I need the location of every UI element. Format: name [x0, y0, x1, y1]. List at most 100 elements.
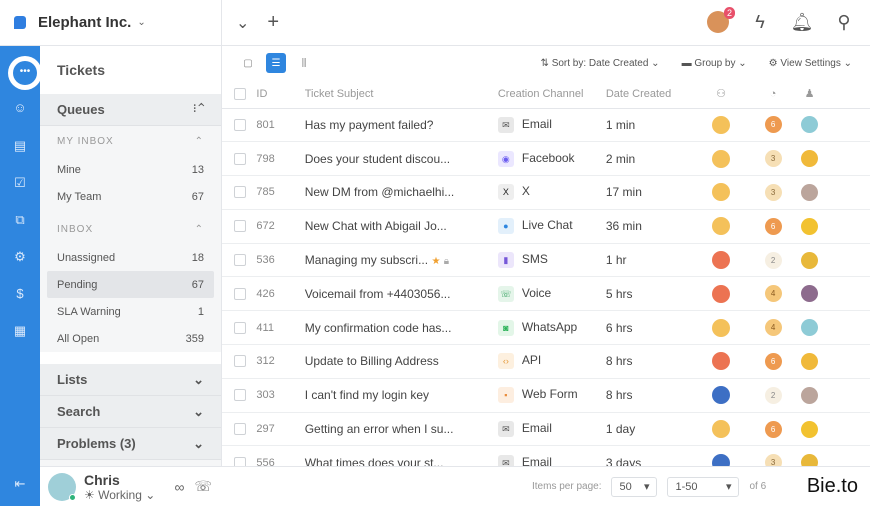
user-status[interactable]: ☀ Working ⌄	[84, 488, 155, 502]
board-view-icon[interactable]: ⫼	[294, 53, 314, 73]
chevron-down-icon[interactable]: ⌄	[236, 13, 249, 33]
rail-tickets[interactable]: •••	[8, 56, 42, 90]
ticket-subject-cell[interactable]: Update to Billing Address	[304, 344, 498, 379]
user-avatar-button[interactable]: 2	[706, 7, 735, 34]
ticket-subject-cell[interactable]: Voicemail from +4403056...	[304, 276, 498, 312]
table-row[interactable]: 798 Does your student discou... ◉ Faceboo…	[222, 141, 870, 177]
filter-collapse-icon[interactable]: ⫶ ⌃	[193, 104, 204, 115]
item-label: Mine	[57, 163, 81, 176]
assignee-avatar[interactable]	[801, 420, 818, 438]
search-label: Search	[57, 404, 101, 419]
assignee-avatar[interactable]	[801, 116, 818, 134]
assignee-avatar[interactable]	[801, 352, 818, 370]
ticket-subject-cell[interactable]: Has my payment failed?	[304, 108, 498, 143]
integration-icon[interactable]: ∞	[175, 479, 185, 495]
table-row[interactable]: 426 Voicemail from +4403056... ☏ Voice 5 …	[222, 276, 870, 312]
row-checkbox[interactable]	[234, 186, 246, 199]
range-select[interactable]: 1-50 ▾	[667, 476, 740, 497]
tasks-icon[interactable]: ☑	[12, 175, 28, 191]
row-checkbox[interactable]	[234, 389, 246, 402]
assignee-avatar[interactable]	[801, 217, 818, 235]
team-icon[interactable]: ⚇	[696, 80, 746, 109]
row-checkbox[interactable]	[234, 321, 246, 334]
assignee-avatar[interactable]	[801, 183, 818, 201]
table-row[interactable]: 303 I can't find my login key ▪ Web Form …	[222, 378, 870, 413]
lists-section[interactable]: Lists ⌄	[40, 364, 221, 396]
assignee-avatar[interactable]	[801, 251, 818, 269]
row-checkbox[interactable]	[234, 220, 246, 233]
queue-item-unassigned[interactable]: Unassigned 18	[47, 244, 214, 271]
ticket-id: 785	[256, 175, 305, 210]
ticket-subject-cell[interactable]: I can't find my login key	[304, 378, 498, 413]
col-subject[interactable]: Ticket Subject	[304, 80, 498, 109]
billing-icon[interactable]: $	[12, 286, 28, 302]
queue-item-all-open[interactable]: All Open 359	[47, 325, 214, 352]
sidebar-title: Tickets	[40, 46, 221, 94]
plus-icon[interactable]: +	[267, 11, 279, 34]
channel-label: Voice	[521, 286, 552, 301]
problems-section[interactable]: Problems (3) ⌄	[40, 428, 221, 460]
group-dropdown[interactable]: ▬ Group by ⌄	[682, 58, 747, 69]
channel-label: X	[521, 184, 530, 199]
collapse-icon[interactable]: ⇤	[12, 476, 28, 492]
chat-status-icon[interactable]: ☏	[194, 478, 212, 495]
pagination: Items per page: 50 ▾ 1-50 ▾ of 6	[222, 466, 870, 506]
card-view-icon[interactable]: ▢	[238, 53, 258, 73]
my-inbox-header[interactable]: MY INBOX ⌃	[40, 126, 221, 156]
per-page-select[interactable]: 50 ▾	[611, 476, 658, 497]
row-checkbox[interactable]	[234, 287, 246, 300]
table-row[interactable]: 801 Has my payment failed? ✉ Email 1 min …	[222, 108, 870, 143]
table-row[interactable]: 312 Update to Billing Address ‹› API 8 hr…	[222, 344, 870, 379]
assignee-avatar[interactable]	[801, 150, 818, 168]
select-all-checkbox[interactable]	[234, 87, 246, 100]
table-row[interactable]: 297 Getting an error when I su... ✉ Email…	[222, 412, 870, 447]
user-panel[interactable]: Chris ☀ Working ⌄ ∞ ☏	[40, 466, 222, 506]
ticket-subject-cell[interactable]: My confirmation code has...	[304, 310, 498, 346]
sort-dropdown[interactable]: ⇅ Sort by: Date Created ⌄	[541, 58, 660, 69]
table-row[interactable]: 536 Managing my subscri... ★ 🔒︎ ▮ SMS 1 h…	[222, 243, 870, 278]
priority-icon[interactable]: ◔	[745, 80, 801, 109]
inbox-header[interactable]: INBOX ⌃	[40, 214, 221, 244]
apps-icon[interactable]: ▦	[12, 323, 28, 339]
ticket-subject-cell[interactable]: New DM from @michaelhi...	[304, 175, 498, 210]
queue-item-my-team[interactable]: My Team 67	[47, 183, 214, 210]
search-section[interactable]: Search ⌄	[40, 396, 221, 428]
col-id[interactable]: ID	[256, 80, 305, 109]
org-switcher[interactable]: Elephant Inc. ⌄	[0, 0, 222, 45]
row-checkbox[interactable]	[234, 118, 246, 131]
row-checkbox[interactable]	[234, 254, 246, 267]
ticket-subject: New Chat with Abigail Jo...	[304, 219, 447, 234]
bell-icon[interactable]: 🔔︎	[790, 10, 814, 34]
assignee-avatar[interactable]	[801, 386, 818, 404]
queues-section[interactable]: Queues ⫶ ⌃	[40, 94, 221, 126]
assignee-icon[interactable]: ♟	[801, 80, 870, 109]
ticket-subject-cell[interactable]: Does your student discou...	[304, 141, 498, 177]
view-settings-dropdown[interactable]: ⚙ View Settings ⌄	[769, 58, 852, 69]
ticket-subject-cell[interactable]: New Chat with Abigail Jo...	[304, 209, 498, 244]
table-row[interactable]: 672 New Chat with Abigail Jo... ● Live Ch…	[222, 209, 870, 244]
contacts-icon[interactable]: ☺	[12, 100, 28, 116]
queue-item-pending[interactable]: Pending 67	[47, 271, 214, 298]
ticket-subject-cell[interactable]: Managing my subscri... ★ 🔒︎	[304, 243, 498, 278]
row-checkbox[interactable]	[234, 355, 246, 368]
col-channel[interactable]: Creation Channel	[497, 80, 606, 109]
assignee-avatar[interactable]	[801, 285, 818, 303]
table-row[interactable]: 411 My confirmation code has... ◙ WhatsAp…	[222, 310, 870, 346]
priority-badge: 4	[764, 285, 782, 303]
flow-icon[interactable]: ⧉	[12, 212, 28, 228]
row-checkbox[interactable]	[234, 152, 246, 165]
search-icon[interactable]: ⚲	[832, 10, 856, 34]
queue-item-mine[interactable]: Mine 13	[47, 156, 214, 183]
queue-item-sla-warning[interactable]: SLA Warning 1	[47, 298, 214, 325]
settings-icon[interactable]: ⚙	[12, 249, 28, 265]
lightning-icon[interactable]: ϟ	[748, 10, 772, 34]
list-view-icon[interactable]: ☰	[266, 53, 286, 73]
total-label: of 6	[749, 481, 767, 492]
channel-icon: ▪	[497, 387, 514, 404]
assignee-avatar[interactable]	[801, 319, 818, 337]
col-date[interactable]: Date Created	[605, 80, 697, 109]
reports-icon[interactable]: ▤	[12, 138, 28, 154]
table-row[interactable]: 785 New DM from @michaelhi... XX 17 min …	[222, 175, 870, 210]
ticket-subject-cell[interactable]: Getting an error when I su...	[304, 412, 498, 447]
row-checkbox[interactable]	[234, 423, 246, 436]
